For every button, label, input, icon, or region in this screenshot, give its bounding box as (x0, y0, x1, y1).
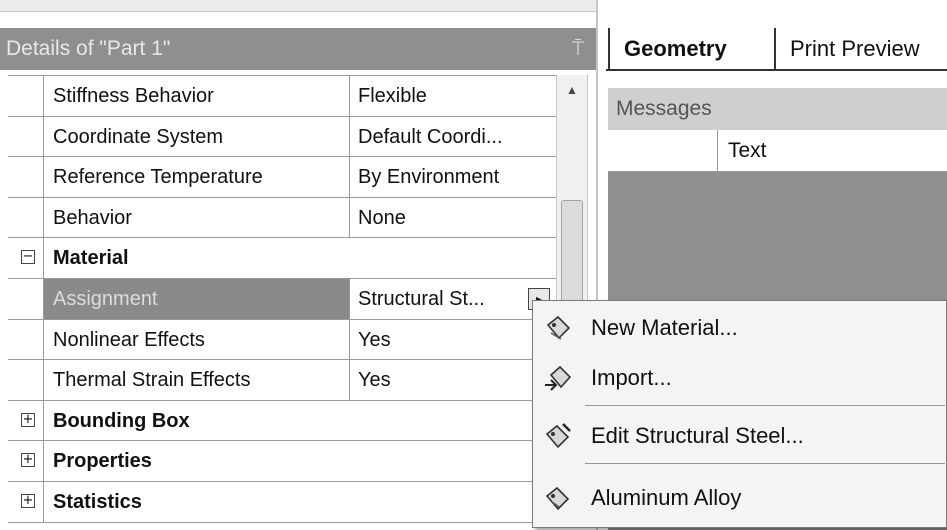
messages-column-header: Text (608, 130, 947, 172)
details-panel: Details of "Part 1" ⍑ Stiffness Behavior… (0, 0, 596, 530)
group-row-material[interactable]: − Material (8, 238, 556, 279)
property-name: Thermal Strain Effects (44, 360, 350, 400)
tab-bar: Geometry Print Preview (598, 28, 947, 70)
property-value[interactable]: Flexible (350, 76, 556, 116)
import-icon (545, 365, 572, 391)
tab-divider (606, 69, 947, 71)
property-value[interactable]: Yes (350, 320, 556, 360)
details-header: Details of "Part 1" ⍑ (0, 28, 596, 70)
toolbar-strip (0, 0, 596, 12)
edit-material-icon (545, 423, 571, 449)
menu-label: Edit Structural Steel... (591, 423, 804, 448)
pin-icon[interactable]: ⍑ (572, 28, 584, 70)
group-row-properties[interactable]: + Properties (8, 441, 556, 482)
menu-label: New Material... (591, 315, 738, 340)
expand-toggle[interactable]: + (21, 493, 35, 508)
menu-item-new-material[interactable]: New Material... (533, 305, 947, 351)
group-label: Material (53, 247, 129, 270)
property-row-assignment[interactable]: Assignment Structural St... ▸ (8, 278, 556, 320)
material-context-menu: New Material... Import... Edit Structura… (532, 300, 947, 528)
property-row-reference-temperature[interactable]: Reference Temperature By Environment (8, 157, 556, 198)
property-name: Stiffness Behavior (44, 76, 350, 116)
property-name: Behavior (44, 197, 350, 238)
expand-toggle[interactable]: + (21, 412, 35, 427)
property-value[interactable]: By Environment (350, 157, 556, 197)
messages-header: Messages (608, 88, 947, 130)
property-row-coordinate-system[interactable]: Coordinate System Default Coordi... (8, 116, 556, 158)
menu-item-aluminum-alloy[interactable]: Aluminum Alloy (533, 475, 947, 521)
group-label: Statistics (53, 490, 142, 513)
tab-geometry[interactable]: Geometry (608, 28, 727, 70)
vertical-scrollbar[interactable]: ▲ (556, 75, 588, 325)
property-row-stiffness-behavior[interactable]: Stiffness Behavior Flexible (8, 76, 556, 117)
menu-item-import[interactable]: Import... (533, 355, 947, 401)
scroll-up-arrow-icon[interactable]: ▲ (557, 75, 587, 105)
column-blank[interactable] (608, 130, 718, 171)
material-icon (545, 486, 570, 511)
property-name: Coordinate System (44, 116, 350, 157)
property-value[interactable]: Structural St... ▸ (350, 279, 556, 319)
property-row-thermal-strain-effects[interactable]: Thermal Strain Effects Yes (8, 360, 556, 401)
group-row-statistics[interactable]: + Statistics (8, 481, 556, 523)
group-label: Properties (53, 450, 152, 473)
details-grid: Stiffness Behavior Flexible Coordinate S… (8, 75, 556, 523)
property-row-nonlinear-effects[interactable]: Nonlinear Effects Yes (8, 319, 556, 361)
group-label: Bounding Box (53, 409, 190, 432)
assignment-value: Structural St... (358, 287, 485, 310)
property-value[interactable]: Yes (350, 360, 556, 400)
menu-item-edit-structural-steel[interactable]: Edit Structural Steel... (533, 413, 947, 459)
group-row-bounding-box[interactable]: + Bounding Box (8, 400, 556, 442)
expand-toggle[interactable]: + (21, 453, 35, 468)
column-text[interactable]: Text (728, 130, 767, 172)
property-name: Assignment (44, 278, 350, 319)
menu-label: Aluminum Alloy (591, 485, 742, 510)
scroll-thumb[interactable] (561, 200, 583, 315)
property-value[interactable]: None (350, 198, 556, 238)
menu-label: Import... (591, 365, 672, 390)
property-row-behavior[interactable]: Behavior None (8, 197, 556, 239)
collapse-toggle[interactable]: − (21, 250, 35, 265)
menu-separator (585, 463, 945, 464)
menu-separator (585, 405, 945, 406)
property-name: Reference Temperature (44, 157, 350, 197)
new-material-icon (546, 315, 571, 340)
tab-print-preview[interactable]: Print Preview (774, 28, 920, 70)
property-name: Nonlinear Effects (44, 319, 350, 360)
property-value[interactable]: Default Coordi... (350, 117, 556, 157)
details-title: Details of "Part 1" (6, 37, 171, 60)
